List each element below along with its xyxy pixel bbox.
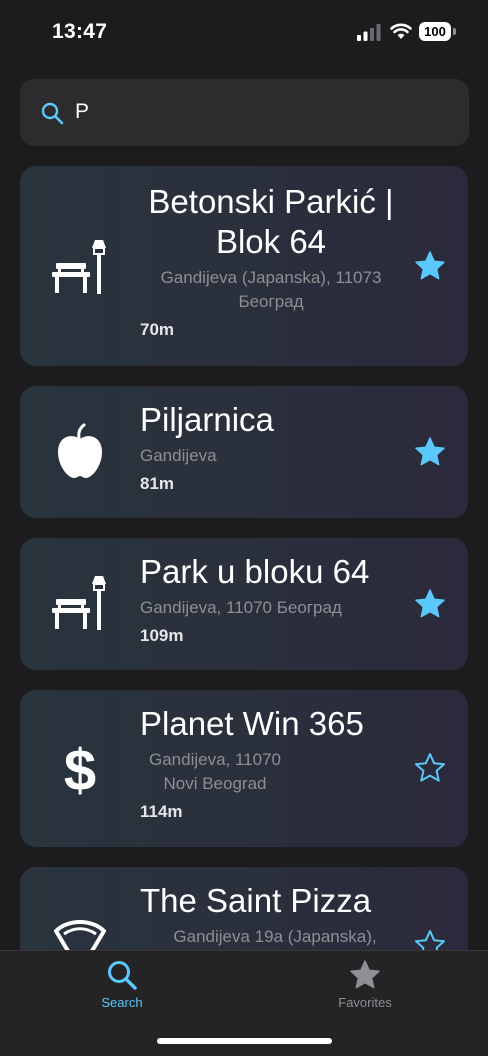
search-icon	[41, 102, 64, 125]
place-address: Gandijeva, 11070 Novi Beograd	[148, 750, 281, 793]
favorite-star-filled-icon[interactable]	[414, 588, 446, 620]
place-title: Park u bloku 64	[140, 553, 370, 590]
favorite-star-outline-icon[interactable]	[414, 752, 446, 784]
place-address: Gandijeva	[140, 446, 217, 465]
search-icon	[108, 961, 137, 990]
card-text: Park u bloku 64 Gandijeva, 11070 Београд…	[140, 552, 410, 646]
home-indicator	[157, 1038, 332, 1044]
place-address: Gandijeva 19a (Japanska),	[173, 927, 377, 946]
favorite-star-outline-icon[interactable]	[414, 929, 446, 950]
pizza-icon	[54, 920, 106, 950]
place-title: Planet Win 365	[140, 705, 364, 742]
bench-lamp-icon	[52, 240, 106, 294]
place-distance: 114m	[140, 802, 183, 821]
favorite-star-filled-icon[interactable]	[414, 250, 446, 282]
apple-icon	[58, 423, 102, 478]
card-text: Betonski Parkić | Blok 64 Gandijeva (Jap…	[140, 182, 402, 340]
place-title: Betonski Parkić | Blok 64	[148, 183, 394, 260]
tab-label: Search	[101, 995, 143, 1010]
bench-lamp-icon	[52, 576, 106, 630]
tab-favorites[interactable]: Favorites	[305, 959, 425, 1019]
place-title: Piljarnica	[140, 401, 274, 438]
tab-search[interactable]: Search	[62, 959, 182, 1019]
star-icon	[350, 960, 380, 989]
card-text: The Saint Pizza Gandijeva 19a (Japanska)…	[140, 881, 410, 949]
place-address: Gandijeva (Japanska), 11073 Београд	[160, 268, 382, 311]
place-distance: 81m	[140, 474, 175, 493]
place-distance: 70m	[140, 320, 175, 339]
place-address: Gandijeva, 11070 Београд	[140, 598, 342, 617]
search-bar[interactable]	[20, 79, 469, 146]
tab-label: Favorites	[338, 995, 392, 1010]
result-card[interactable]: Park u bloku 64 Gandijeva, 11070 Београд…	[20, 538, 468, 670]
favorite-star-filled-icon[interactable]	[414, 436, 446, 468]
dollar-icon: $	[64, 738, 96, 798]
result-card[interactable]: Betonski Parkić | Blok 64 Gandijeva (Jap…	[20, 166, 468, 366]
search-input[interactable]	[75, 97, 435, 127]
place-distance: 109m	[140, 626, 184, 645]
card-text: Planet Win 365 Gandijeva, 11070 Novi Beo…	[140, 704, 402, 822]
result-card[interactable]: Piljarnica Gandijeva 81m	[20, 386, 468, 518]
result-card[interactable]: $ Planet Win 365 Gandijeva, 11070 Novi B…	[20, 690, 468, 847]
place-title: The Saint Pizza	[140, 882, 372, 919]
result-card[interactable]: The Saint Pizza Gandijeva 19a (Japanska)…	[20, 867, 468, 950]
svg-text:$: $	[64, 738, 96, 798]
card-text: Piljarnica Gandijeva 81m	[140, 400, 402, 494]
